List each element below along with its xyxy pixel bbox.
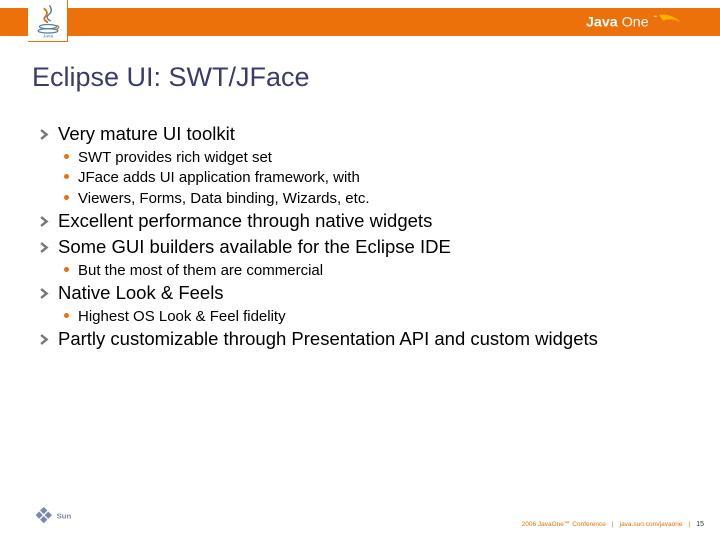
chevron-icon xyxy=(40,281,58,304)
javaone-wordmark-icon: JavaOne ℠ xyxy=(576,12,696,32)
bullet-text: Native Look & Feels xyxy=(58,281,224,305)
dot-icon xyxy=(64,168,78,179)
bullet-text: Excellent performance through native wid… xyxy=(58,209,432,233)
dot-icon xyxy=(64,148,78,159)
dot-icon xyxy=(64,261,78,272)
bullet-text: Very mature UI toolkit xyxy=(58,122,235,146)
javaone-logo: JavaOne ℠ xyxy=(576,9,696,35)
sub-bullet: JFace adds UI application framework, wit… xyxy=(64,168,690,188)
footer-conf: 2006 JavaOne℠ Conference xyxy=(522,520,606,528)
svg-text:One: One xyxy=(622,14,649,30)
bullet-item: Native Look & Feels xyxy=(40,281,690,305)
separator-icon: | xyxy=(612,521,614,528)
bullet-item: Partly customizable through Presentation… xyxy=(40,327,690,351)
sub-text: SWT provides rich widget set xyxy=(78,148,272,168)
sun-logo: Sun xyxy=(36,507,94,530)
footer-meta: 2006 JavaOne℠ Conference | java.sun.com/… xyxy=(522,520,704,528)
svg-text:℠: ℠ xyxy=(653,15,657,20)
chevron-icon xyxy=(40,122,58,145)
sub-bullet: But the most of them are commercial xyxy=(64,261,690,281)
svg-text:Sun: Sun xyxy=(57,512,72,521)
svg-text:Java: Java xyxy=(42,33,53,38)
dot-icon xyxy=(64,189,78,200)
chevron-icon xyxy=(40,209,58,232)
footer-url: java.sun.com/javaone xyxy=(620,521,683,528)
bullet-item: Excellent performance through native wid… xyxy=(40,209,690,233)
sub-text: But the most of them are commercial xyxy=(78,261,323,281)
page-number: 15 xyxy=(696,521,704,528)
bullet-item: Some GUI builders available for the Ecli… xyxy=(40,235,690,259)
sub-bullet: Viewers, Forms, Data binding, Wizards, e… xyxy=(64,189,690,209)
bullet-item: Very mature UI toolkit xyxy=(40,122,690,146)
sun-logo-icon: Sun xyxy=(36,507,94,525)
separator-icon: | xyxy=(689,521,691,528)
sub-text: Highest OS Look & Feel fidelity xyxy=(78,307,286,327)
slide-body: Very mature UI toolkit SWT provides rich… xyxy=(40,122,690,353)
java-cup-icon: Java xyxy=(33,4,63,38)
bullet-text: Partly customizable through Presentation… xyxy=(58,327,598,351)
sub-bullet: SWT provides rich widget set xyxy=(64,148,690,168)
bullet-text: Some GUI builders available for the Ecli… xyxy=(58,235,451,259)
java-logo: Java xyxy=(28,0,68,42)
chevron-icon xyxy=(40,235,58,258)
chevron-icon xyxy=(40,327,58,350)
dot-icon xyxy=(64,307,78,318)
svg-text:Java: Java xyxy=(586,14,619,30)
slide-title: Eclipse UI: SWT/JFace xyxy=(32,62,310,93)
sub-bullet: Highest OS Look & Feel fidelity xyxy=(64,307,690,327)
sub-text: JFace adds UI application framework, wit… xyxy=(78,168,360,188)
sub-text: Viewers, Forms, Data binding, Wizards, e… xyxy=(78,189,370,209)
slide-footer: Sun 2006 JavaOne℠ Conference | java.sun.… xyxy=(0,510,720,532)
header-bar: Java JavaOne ℠ xyxy=(0,0,720,44)
